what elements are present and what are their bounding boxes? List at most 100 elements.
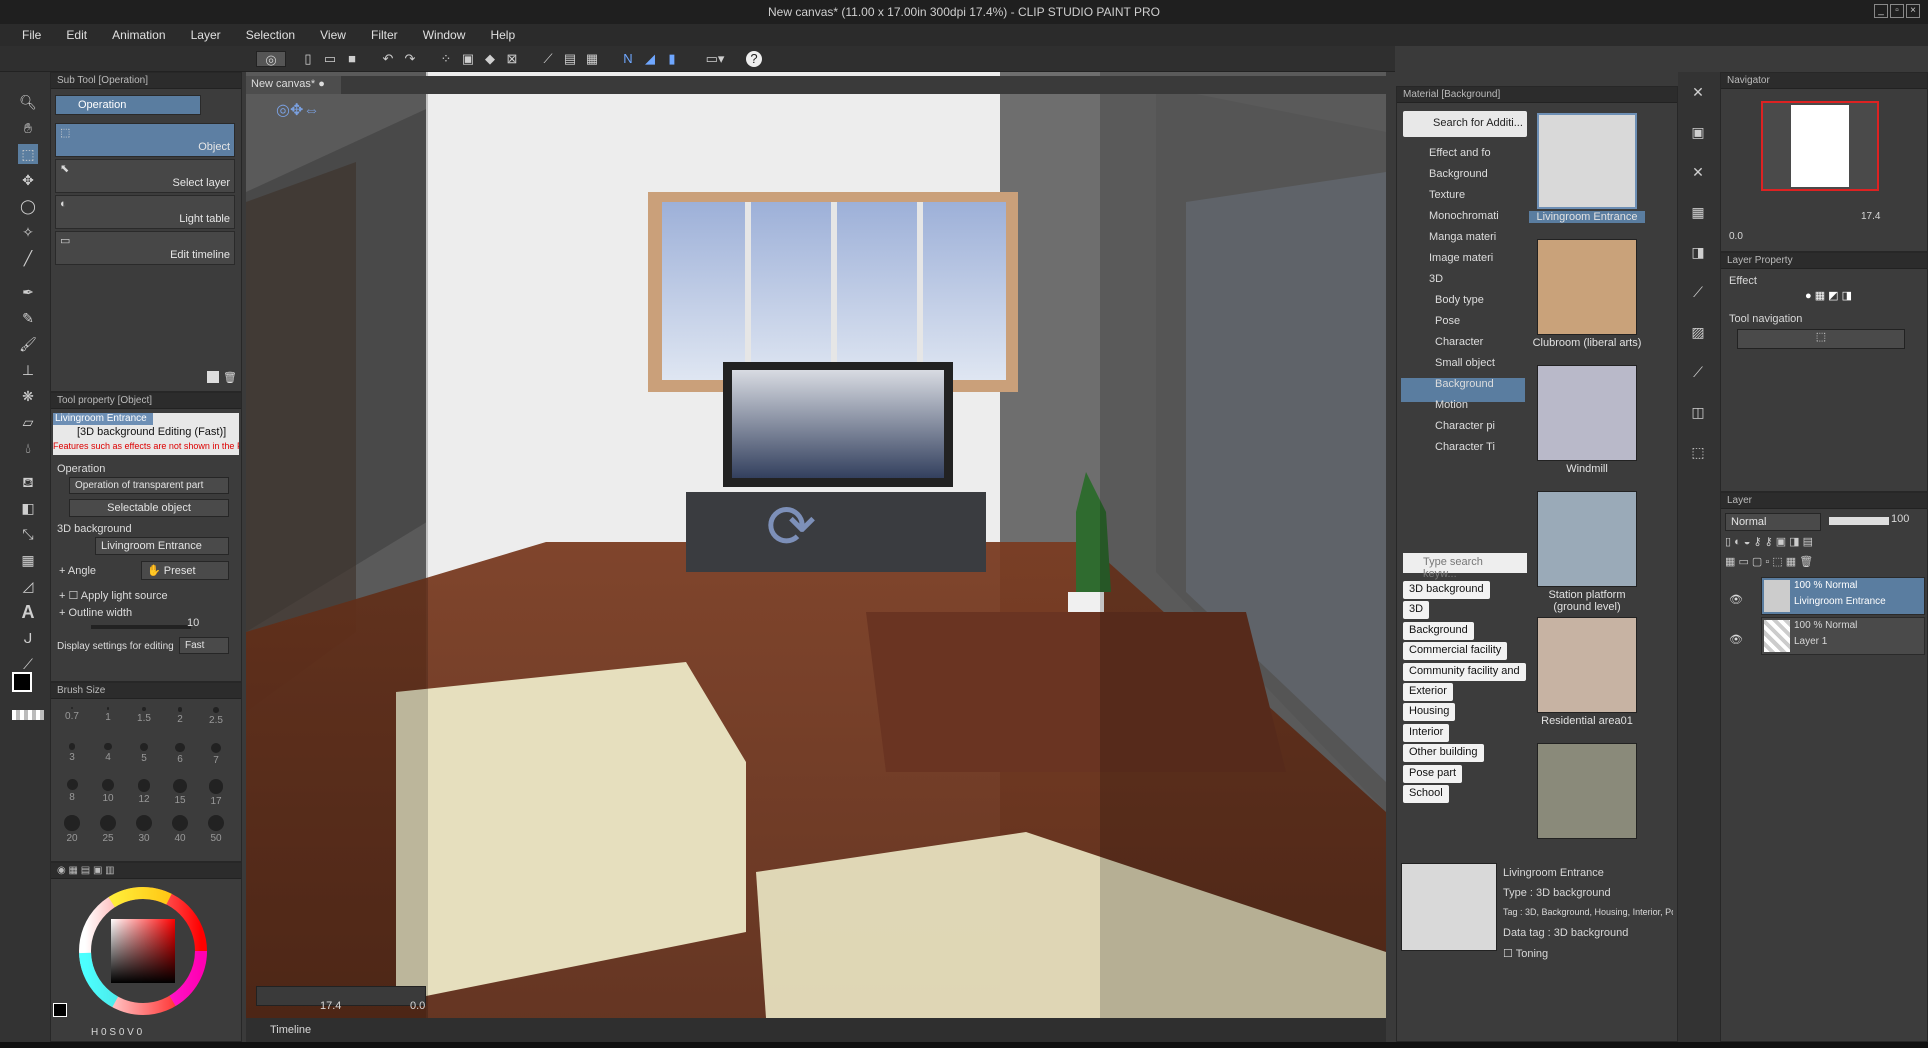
brush-size-cell[interactable]: 50 (199, 813, 233, 847)
brush-size-cell[interactable]: 2.5 (199, 705, 233, 739)
pencil-tool-icon[interactable]: ✎ (18, 308, 38, 328)
hand-tool-icon[interactable]: ✋︎ (18, 118, 38, 138)
preset-dropdown[interactable]: ✋ Preset (141, 561, 229, 580)
layer-actions[interactable]: ▦ ▭ ▢ ▫ ⬚ ▦ 🗑︎ (1725, 555, 1921, 571)
save-icon[interactable]: ■ (344, 51, 360, 67)
fill-icon[interactable]: ◆ (482, 51, 498, 67)
decoration-icon[interactable]: ❋ (18, 386, 38, 406)
magic-wand-icon[interactable]: ✧ (18, 222, 38, 242)
eyedropper-icon[interactable]: ╱ (18, 248, 38, 268)
material-thumbnail[interactable] (1537, 491, 1637, 587)
undo-icon[interactable]: ↶ (380, 51, 396, 67)
brush-size-cell[interactable]: 6 (163, 741, 197, 775)
timeline-label[interactable]: Timeline (270, 1024, 311, 1036)
background-dropdown[interactable]: Livingroom Entrance (95, 537, 229, 555)
panel-icon-5[interactable]: ⟋ (1688, 282, 1708, 302)
subtool-select-layer[interactable]: ⬉ Select layer (55, 159, 235, 193)
menu-file[interactable]: File (22, 28, 41, 42)
brush-size-cell[interactable]: 40 (163, 813, 197, 847)
panel-icon-8[interactable]: ◫ (1688, 402, 1708, 422)
subtool-edit-timeline[interactable]: ▭ Edit timeline (55, 231, 235, 265)
brush-size-cell[interactable]: 8 (55, 777, 89, 811)
effect-icons[interactable]: ● ▦ ◩ ◨ (1805, 289, 1905, 305)
material-thumbnail[interactable] (1537, 365, 1637, 461)
grid-icon[interactable]: ▤ (562, 51, 578, 67)
gradient-icon[interactable]: ◧ (18, 498, 38, 518)
sv-square[interactable] (111, 919, 175, 983)
menu-edit[interactable]: Edit (66, 28, 87, 42)
zoom-tool-icon[interactable]: 🔍︎ (18, 92, 38, 112)
material-thumbnail[interactable] (1537, 743, 1637, 839)
snap-grid-icon[interactable]: ▮ (664, 51, 680, 67)
layer-row-livingroom[interactable]: 100 % Normal Livingroom Entrance (1761, 577, 1925, 615)
text-tool-icon[interactable]: A (18, 602, 38, 622)
brush-size-cell[interactable]: 20 (55, 813, 89, 847)
new-subtool-icon[interactable] (207, 371, 219, 383)
canvas-zoom-value[interactable]: 17.4 (320, 1000, 380, 1014)
panel-icon-6[interactable]: ▨ (1688, 322, 1708, 342)
blend-icon[interactable]: 💧︎ (18, 438, 38, 458)
panel-icon-7[interactable]: ⟋ (1688, 362, 1708, 382)
navigator-zoom[interactable]: 17.4 (1861, 211, 1880, 222)
tool-navigation-button[interactable]: ⬚ (1737, 329, 1905, 349)
brush-size-cell[interactable]: 17 (199, 777, 233, 811)
eraser-icon[interactable]: ▱ (18, 412, 38, 432)
outline-width-value[interactable]: 10 (187, 617, 199, 629)
canvas-area[interactable]: ◎✥⇔ ⟳ (246, 72, 1386, 1018)
canvas-rotation-value[interactable]: 0.0 (410, 1000, 470, 1014)
panel-icon-3[interactable]: ▦ (1688, 202, 1708, 222)
airbrush-icon[interactable]: ⊥ (18, 360, 38, 380)
brush-size-cell[interactable]: 25 (91, 813, 125, 847)
panel-icon-2[interactable]: ✕ (1688, 162, 1708, 182)
navigator-rotation[interactable]: 0.0 (1729, 231, 1743, 242)
menu-filter[interactable]: Filter (371, 28, 398, 42)
3d-manipulator-icon[interactable]: ⟳ (766, 492, 846, 572)
brush-size-cell[interactable]: 4 (91, 741, 125, 775)
main-color-swatch[interactable] (12, 672, 32, 692)
tab-new-canvas[interactable]: New canvas* ● (246, 76, 341, 94)
correction-icon[interactable]: ⟋ (18, 654, 38, 674)
display-settings-dropdown[interactable]: Fast (179, 637, 229, 654)
brush-size-cell[interactable]: 15 (163, 777, 197, 811)
toning-checkbox[interactable]: ☐ Toning (1503, 947, 1548, 960)
angle-label[interactable]: + Angle (59, 565, 96, 577)
panel-icon-9[interactable]: ⬚ (1688, 442, 1708, 462)
panel-icon-1[interactable]: ▣ (1688, 122, 1708, 142)
menu-help[interactable]: Help (490, 28, 515, 42)
close-button[interactable]: × (1906, 4, 1920, 18)
open-file-icon[interactable]: ▭ (322, 51, 338, 67)
light-source-checkbox[interactable]: + ☐ Apply light source (59, 589, 168, 602)
layer-toolbar[interactable]: ▯ ◐ ◒ ⚷ ⚷ ▣ ◨ ▤ (1725, 535, 1921, 551)
workspace-icon[interactable]: ▭▾ (700, 51, 730, 67)
menu-layer[interactable]: Layer (191, 28, 221, 42)
close-panel-icon[interactable]: ✕ (1688, 82, 1708, 102)
redo-icon[interactable]: ↷ (402, 51, 418, 67)
snap-special-icon[interactable]: ◢ (642, 51, 658, 67)
material-thumbnail[interactable] (1537, 617, 1637, 713)
fill-tool-icon[interactable]: ⛾ (18, 472, 38, 492)
layer-visibility-eye-icon[interactable]: 👁︎ (1729, 633, 1743, 646)
opacity-slider[interactable] (1829, 517, 1889, 525)
subtool-group-tab[interactable]: Operation (55, 95, 201, 115)
clip-studio-icon[interactable]: ◎ (256, 51, 286, 67)
menu-view[interactable]: View (320, 28, 346, 42)
new-file-icon[interactable]: ▯ (300, 51, 316, 67)
selection-icon[interactable]: ⁘ (438, 51, 454, 67)
menu-animation[interactable]: Animation (112, 28, 165, 42)
figure-icon[interactable]: ⤡ (18, 524, 38, 544)
material-thumbnail[interactable] (1537, 239, 1637, 335)
transform-icon[interactable]: ▣ (460, 51, 476, 67)
panel-icon-4[interactable]: ◨ (1688, 242, 1708, 262)
snap-ruler-icon[interactable]: N (620, 51, 636, 67)
frame-border-icon[interactable]: ▦ (18, 550, 38, 570)
brush-size-cell[interactable]: 2 (163, 705, 197, 739)
move-tool-icon[interactable]: ✥ (18, 170, 38, 190)
brush-size-cell[interactable]: 7 (199, 741, 233, 775)
transparent-operation-dropdown[interactable]: Operation of transparent part (69, 477, 229, 494)
frame-icon[interactable]: ▦ (584, 51, 600, 67)
layer-row-layer1[interactable]: 100 % Normal Layer 1 (1761, 617, 1925, 655)
transparent-swatch[interactable] (12, 710, 44, 720)
color-main-swatch[interactable] (53, 1003, 67, 1017)
close-tab-icon[interactable]: ● (318, 78, 325, 90)
brush-size-cell[interactable]: 5 (127, 741, 161, 775)
